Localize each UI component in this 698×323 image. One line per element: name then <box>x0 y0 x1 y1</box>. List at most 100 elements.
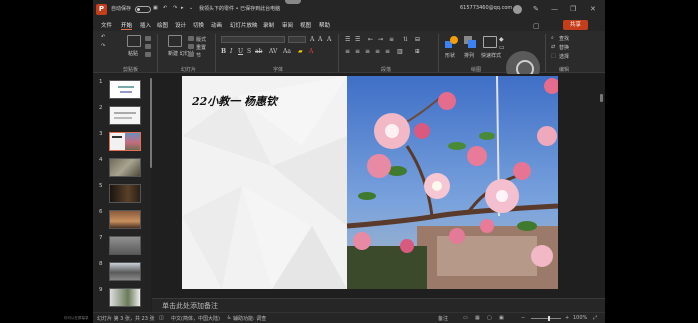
reset-label[interactable]: 重置 <box>196 44 206 51</box>
slide-thumbnail-4[interactable] <box>109 158 141 177</box>
notes-toggle[interactable]: 备注 <box>438 315 448 322</box>
case-icon[interactable]: Aa <box>283 48 291 55</box>
section-label[interactable]: 节 <box>196 52 201 59</box>
slide-thumbnail-9[interactable] <box>109 288 141 307</box>
redo-icon[interactable]: ↷ <box>173 5 177 11</box>
restore-icon[interactable]: ❐ <box>570 4 576 14</box>
increase-indent-icon[interactable]: ⇥ <box>378 36 383 43</box>
tab-home[interactable]: 开始 <box>121 21 133 30</box>
undo-icon[interactable]: ↶ <box>163 5 167 11</box>
document-title[interactable]: 我领头下的零件 • 已保存到此台电脑 <box>199 5 280 12</box>
shape-outline-icon[interactable]: ▭ <box>499 44 505 51</box>
avatar[interactable] <box>513 5 522 14</box>
zoom-level[interactable]: 100% <box>573 315 587 321</box>
spacing-icon[interactable]: AV <box>269 48 277 55</box>
tab-file[interactable]: 文件 <box>101 21 112 29</box>
distributed-icon[interactable]: ≡ <box>385 48 390 55</box>
reset-icon[interactable] <box>188 44 194 49</box>
section-icon[interactable] <box>188 52 194 57</box>
line-spacing-icon[interactable]: ≡ <box>389 36 394 43</box>
layout-label[interactable]: 版式 <box>196 36 206 43</box>
slide-thumbnail-2[interactable] <box>109 106 141 125</box>
quick-styles-icon[interactable] <box>483 36 497 48</box>
numbering-icon[interactable]: ☰ <box>355 36 360 43</box>
paste-icon[interactable] <box>127 35 141 47</box>
tab-review[interactable]: 审阅 <box>282 21 293 29</box>
slide-thumbnail-1[interactable] <box>109 80 141 99</box>
current-slide[interactable]: 22小教一 杨惠钦 <box>182 76 558 289</box>
slide-thumbnail-5[interactable] <box>109 184 141 203</box>
tab-insert[interactable]: 插入 <box>140 21 151 29</box>
align-center-icon[interactable]: ≡ <box>355 48 360 55</box>
tab-record[interactable]: 录制 <box>263 21 274 29</box>
slide-title[interactable]: 22小教一 杨惠钦 <box>192 93 277 109</box>
new-slide-icon[interactable] <box>168 35 182 47</box>
accessibility-status[interactable]: 辅助功能: 调查 <box>233 315 266 322</box>
tab-draw[interactable]: 绘图 <box>157 21 168 29</box>
zoom-slider-knob[interactable] <box>547 316 550 321</box>
shadow-icon[interactable]: S <box>247 48 251 55</box>
slide-thumbnail-8[interactable] <box>109 262 141 281</box>
cut-icon[interactable] <box>145 36 151 41</box>
zoom-slider[interactable] <box>531 316 561 321</box>
align-text-icon[interactable]: ⊟ <box>415 36 420 43</box>
font-size-select[interactable] <box>288 36 306 43</box>
decrease-indent-icon[interactable]: ⇤ <box>368 36 373 43</box>
tab-animations[interactable]: 动画 <box>211 21 222 29</box>
slide-thumbnail-3[interactable] <box>109 132 141 151</box>
shapes-label[interactable]: 形状 <box>445 52 455 59</box>
align-left-icon[interactable]: ≡ <box>345 48 350 55</box>
undo-ribbon-icon[interactable]: ↶ <box>101 34 105 40</box>
slide-thumbnail-6[interactable] <box>109 210 141 229</box>
shapes-icon[interactable] <box>445 36 458 49</box>
slide-thumbnail-7[interactable] <box>109 236 141 255</box>
spellcheck-icon[interactable]: ◫ <box>159 315 164 321</box>
font-color-icon[interactable]: A <box>309 48 313 55</box>
tab-transitions[interactable]: 切换 <box>193 21 204 29</box>
tab-view[interactable]: 视图 <box>300 21 311 29</box>
autosave-toggle[interactable] <box>135 6 151 13</box>
slideshow-view-icon[interactable]: ▣ <box>499 315 504 321</box>
strikethrough-icon[interactable]: ab <box>255 48 262 55</box>
zoom-in-icon[interactable]: + <box>565 315 569 321</box>
highlight-icon[interactable]: ▰ <box>298 48 303 55</box>
account-email[interactable]: 615773460@qq.com <box>460 5 512 11</box>
arrange-label[interactable]: 排列 <box>464 52 474 59</box>
notes-placeholder[interactable]: 单击此处添加备注 <box>162 301 218 311</box>
grow-font-icon[interactable]: A <box>310 36 314 43</box>
present-icon[interactable]: ▸ <box>181 5 184 11</box>
save-icon[interactable]: ▣ <box>153 5 158 11</box>
copy-icon[interactable] <box>145 44 151 49</box>
fit-slide-icon[interactable]: ⤢ <box>593 315 597 321</box>
normal-view-icon[interactable]: ▭ <box>463 315 468 321</box>
select-icon[interactable]: ⬚ <box>551 53 556 59</box>
share-button[interactable]: 共享 <box>563 20 588 30</box>
smartart-icon[interactable]: ⊞ <box>415 48 420 55</box>
quick-styles-label[interactable]: 快速样式 <box>481 52 501 59</box>
select-label[interactable]: 选择 <box>559 53 569 60</box>
italic-icon[interactable]: I <box>230 48 232 55</box>
bullets-icon[interactable]: ☰ <box>345 36 350 43</box>
font-name-select[interactable] <box>221 36 285 43</box>
replace-label[interactable]: 替换 <box>559 44 569 51</box>
shape-fill-icon[interactable]: ◆ <box>499 36 504 43</box>
accessibility-icon[interactable]: ♿ <box>227 315 231 321</box>
find-icon[interactable]: ⌕ <box>551 35 554 41</box>
tab-design[interactable]: 设计 <box>175 21 186 29</box>
replace-icon[interactable]: ⇄ <box>551 44 555 50</box>
format-painter-icon[interactable] <box>145 52 151 57</box>
underline-icon[interactable]: U <box>238 48 243 55</box>
arrange-icon[interactable] <box>464 36 477 49</box>
shrink-font-icon[interactable]: A <box>318 36 322 43</box>
text-direction-icon[interactable]: ⇅ <box>403 36 408 43</box>
language-status[interactable]: 中文(简体，中国大陆) <box>171 315 220 322</box>
justify-icon[interactable]: ≡ <box>375 48 380 55</box>
slide-sorter-icon[interactable]: ▦ <box>475 315 480 321</box>
reading-view-icon[interactable]: ▢ <box>487 315 492 321</box>
comments-icon[interactable]: ▢ <box>533 21 540 31</box>
canvas-scrollbar[interactable] <box>600 94 603 102</box>
bold-icon[interactable]: B <box>221 48 226 55</box>
blossom-photo[interactable] <box>347 76 558 289</box>
align-right-icon[interactable]: ≡ <box>365 48 370 55</box>
clear-format-icon[interactable]: A <box>327 36 331 43</box>
